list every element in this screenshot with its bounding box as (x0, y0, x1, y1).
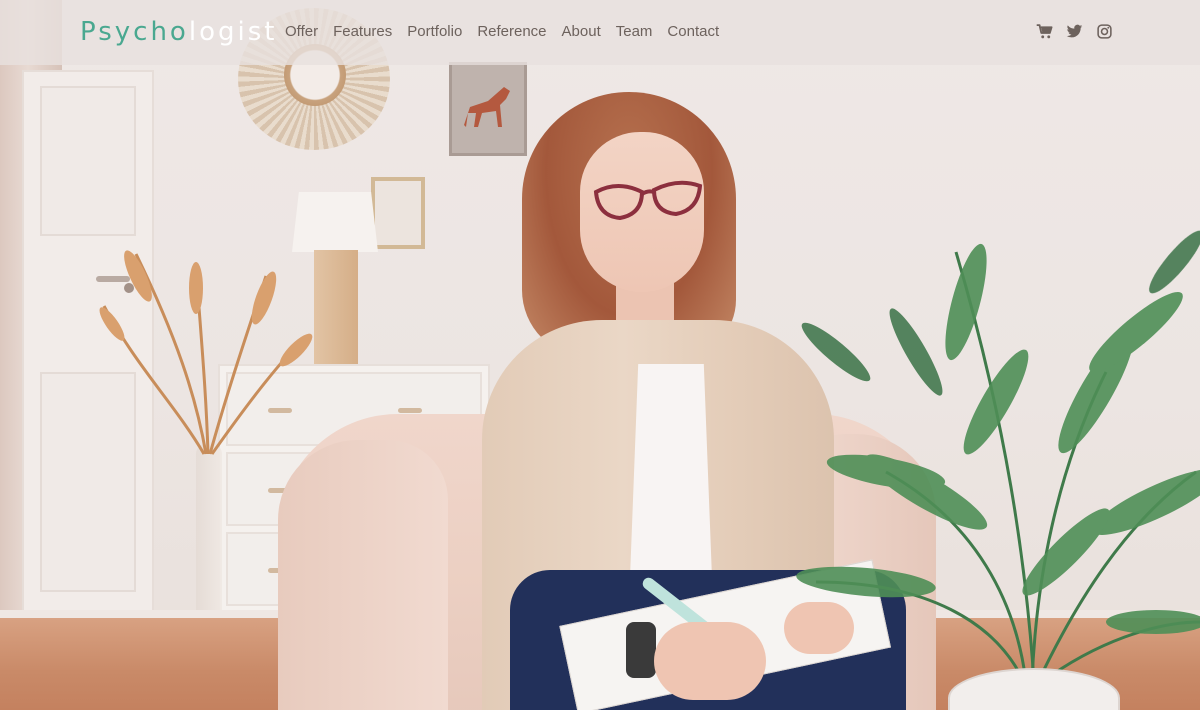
top-navbar: Psychologist Offer Features Portfolio Re… (0, 0, 1200, 65)
woman-shirt (630, 364, 712, 578)
nav-link-offer[interactable]: Offer (285, 23, 318, 40)
smartwatch (626, 622, 656, 678)
armchair-left-arm (278, 440, 448, 710)
glass-vase (196, 444, 222, 638)
small-frame (371, 177, 425, 249)
lamp-shade (292, 192, 378, 252)
nav-link-reference[interactable]: Reference (477, 23, 546, 40)
palm-plant (796, 230, 1200, 684)
glasses-icon (593, 180, 703, 221)
nav-link-contact[interactable]: Contact (667, 23, 719, 40)
horse-painting (449, 62, 527, 156)
twitter-icon[interactable] (1066, 23, 1083, 40)
nav-link-features[interactable]: Features (333, 23, 392, 40)
logo-rest-text: logist (188, 17, 278, 47)
nav-link-team[interactable]: Team (616, 23, 653, 40)
site-logo[interactable]: Psychologist (80, 17, 277, 47)
dried-grass (99, 250, 313, 455)
nav-link-portfolio[interactable]: Portfolio (407, 23, 462, 40)
cart-icon[interactable] (1036, 23, 1053, 40)
hero-photo (0, 0, 1200, 710)
logo-accent-text: Psycho (80, 17, 189, 47)
nav-link-about[interactable]: About (562, 23, 601, 40)
header-icons (1036, 23, 1113, 40)
lamp-base (314, 250, 358, 364)
main-nav: Offer Features Portfolio Reference About… (285, 23, 719, 40)
instagram-icon[interactable] (1096, 23, 1113, 40)
woman-hand-left (654, 622, 766, 700)
